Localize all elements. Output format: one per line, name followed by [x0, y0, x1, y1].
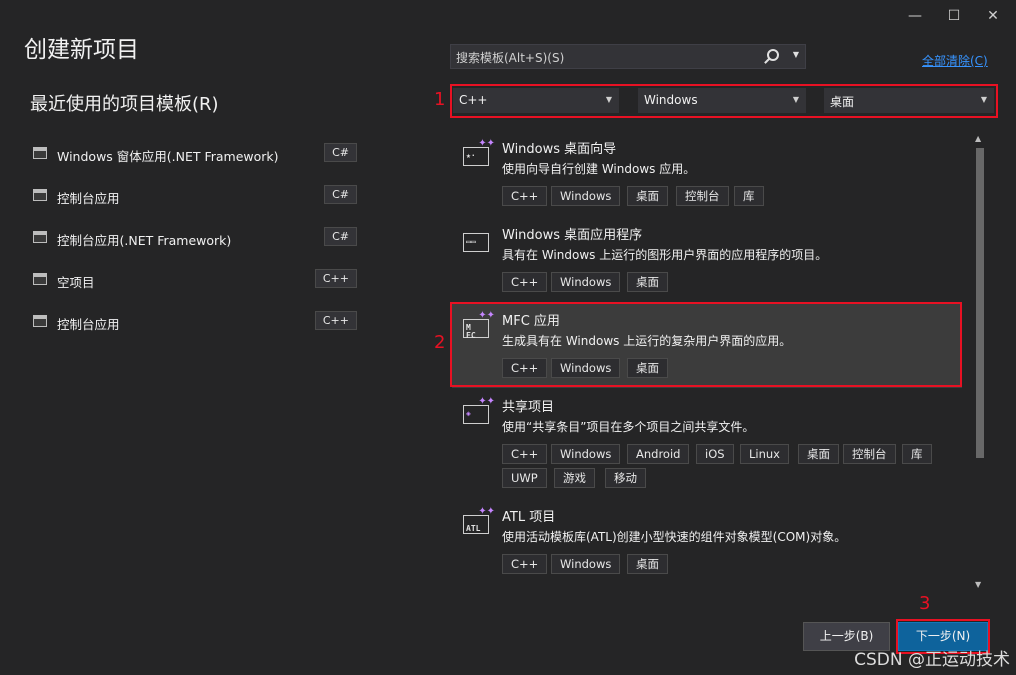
console-app-icon: [33, 231, 47, 243]
empty-project-icon: [33, 273, 47, 285]
scroll-down-icon[interactable]: ▼: [975, 580, 981, 589]
recent-item-label: Windows 窗体应用(.NET Framework): [57, 149, 279, 164]
minimize-icon[interactable]: —: [899, 4, 931, 28]
template-tag: C++: [502, 186, 548, 206]
template-tag: 控制台: [676, 186, 729, 206]
maximize-icon[interactable]: ☐: [938, 4, 970, 28]
template-tag: 桌面: [627, 186, 668, 206]
template-tag: 移动: [605, 468, 646, 488]
language-badge: C#: [324, 143, 357, 162]
chevron-down-icon: ▼: [792, 95, 799, 104]
recent-item-console-cs[interactable]: 控制台应用 C#: [28, 183, 358, 209]
recent-item-label: 控制台应用(.NET Framework): [57, 233, 232, 248]
annotation-number: 1: [434, 89, 446, 110]
template-description: 使用活动模板库(ATL)创建小型快速的组件对象模型(COM)对象。: [502, 530, 847, 544]
recent-item-label: 控制台应用: [57, 191, 120, 206]
template-windows-desktop-wizard[interactable]: ✦✦ ★· Windows 桌面向导 使用向导自行创建 Windows 应用。 C…: [452, 130, 962, 216]
project-type-filter-value: 桌面: [830, 95, 855, 109]
scroll-up-icon[interactable]: ▲: [975, 134, 981, 143]
template-tag: 库: [734, 186, 764, 206]
template-tag: 库: [902, 444, 932, 464]
template-list-scrollbar[interactable]: ▲ ▼: [973, 130, 987, 592]
template-description: 具有在 Windows 上运行的图形用户界面的应用程序的项目。: [502, 248, 828, 262]
language-badge: C#: [324, 185, 357, 204]
console-app-icon: [33, 189, 47, 201]
recent-templates-heading: 最近使用的项目模板(R): [30, 94, 219, 115]
template-tag: 桌面: [798, 444, 839, 464]
language-filter-select[interactable]: C++ ▼: [453, 88, 619, 113]
scrollbar-thumb[interactable]: [976, 148, 984, 458]
template-tag: 控制台: [843, 444, 896, 464]
template-name: Windows 桌面应用程序: [502, 228, 643, 243]
project-type-filter-select[interactable]: 桌面 ▼: [824, 88, 994, 113]
annotation-number: 2: [434, 332, 446, 353]
template-description: 使用“共享条目”项目在多个项目之间共享文件。: [502, 420, 755, 434]
recent-item-console-cpp[interactable]: 控制台应用 C++: [28, 309, 358, 335]
language-badge: C#: [324, 227, 357, 246]
recent-item-label: 控制台应用: [57, 317, 120, 332]
close-icon[interactable]: ✕: [977, 4, 1009, 28]
recent-item-console-netfx[interactable]: 控制台应用(.NET Framework) C#: [28, 225, 358, 251]
template-windows-desktop-app[interactable]: ▭▭ Windows 桌面应用程序 具有在 Windows 上运行的图形用户界面…: [452, 216, 962, 302]
template-name: ATL 项目: [502, 510, 556, 525]
template-tag: Windows: [551, 444, 621, 464]
template-tag: Windows: [551, 554, 621, 574]
language-badge: C++: [314, 269, 357, 288]
atl-icon: ✦✦ ATL: [463, 506, 495, 534]
platform-filter-value: Windows: [644, 93, 698, 107]
console-app-icon: [33, 315, 47, 327]
watermark: CSDN @正运动技术: [854, 650, 1010, 670]
window-app-icon: [33, 147, 47, 159]
template-tag: Windows: [551, 186, 621, 206]
chevron-down-icon: ▼: [980, 95, 987, 104]
template-name: 共享项目: [502, 400, 555, 415]
desktop-app-icon: ▭▭: [463, 226, 491, 252]
template-tag: 桌面: [627, 554, 668, 574]
template-name: Windows 桌面向导: [502, 142, 617, 157]
recent-item-winforms[interactable]: Windows 窗体应用(.NET Framework) C#: [28, 141, 358, 167]
clear-all-link[interactable]: 全部清除(C): [922, 52, 988, 69]
page-title: 创建新项目: [24, 37, 139, 63]
template-tag: iOS: [696, 444, 734, 464]
chevron-down-icon[interactable]: ▼: [793, 50, 799, 59]
recent-item-label: 空项目: [57, 275, 95, 290]
chevron-down-icon: ▼: [605, 95, 612, 104]
template-description: 使用向导自行创建 Windows 应用。: [502, 162, 696, 176]
annotation-number: 3: [919, 593, 931, 614]
template-tag: C++: [502, 554, 548, 574]
template-tag: UWP: [502, 468, 547, 488]
template-search-input[interactable]: 搜索模板(Alt+S)(S) ▼: [450, 44, 806, 69]
platform-filter-select[interactable]: Windows ▼: [638, 88, 806, 113]
template-tag: 游戏: [554, 468, 595, 488]
language-badge: C++: [314, 311, 357, 330]
template-shared-project[interactable]: ✦✦ ◈ 共享项目 使用“共享条目”项目在多个项目之间共享文件。 C++ Wind…: [452, 388, 962, 498]
language-filter-value: C++: [459, 93, 488, 107]
search-placeholder: 搜索模板(Alt+S)(S): [456, 51, 565, 65]
desktop-wizard-icon: ✦✦ ★·: [463, 138, 495, 166]
template-tag: Windows: [551, 272, 621, 292]
template-tag: Android: [627, 444, 690, 464]
shared-project-icon: ✦✦ ◈: [463, 396, 495, 424]
template-tag: C++: [502, 444, 548, 464]
search-icon[interactable]: [767, 49, 779, 61]
template-tag: Linux: [740, 444, 789, 464]
template-atl-project[interactable]: ✦✦ ATL ATL 项目 使用活动模板库(ATL)创建小型快速的组件对象模型(C…: [452, 498, 962, 584]
recent-item-empty-project[interactable]: 空项目 C++: [28, 267, 358, 293]
template-tag: C++: [502, 272, 548, 292]
template-tag: 桌面: [627, 272, 668, 292]
annotation-box: [450, 302, 962, 387]
